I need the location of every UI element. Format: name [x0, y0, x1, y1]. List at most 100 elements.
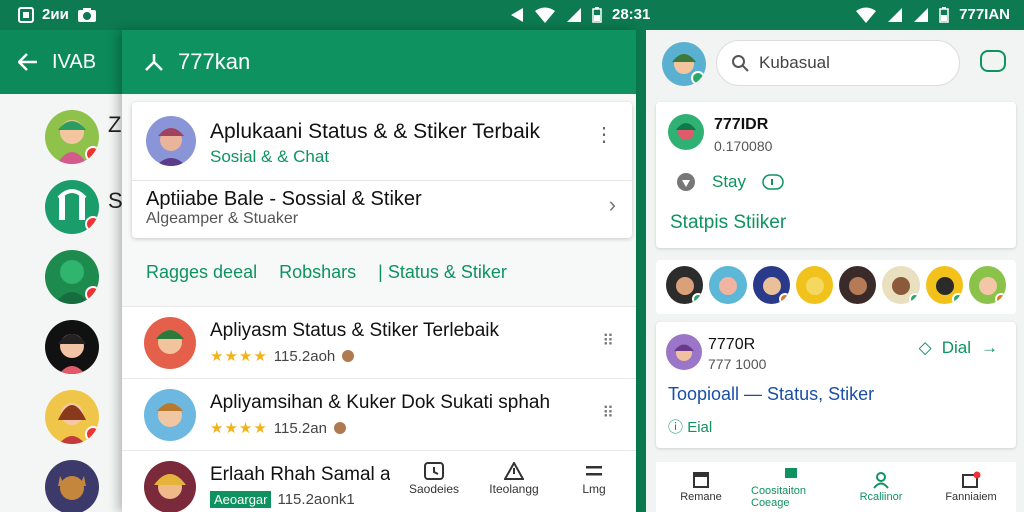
dial-button[interactable]: ◇ Dial → [919, 338, 998, 358]
stay-row[interactable]: Stay [676, 172, 784, 192]
chat-square-icon [782, 465, 800, 483]
document-icon [692, 471, 710, 489]
middle-header-title: 777kan [178, 49, 251, 74]
nav-lmg[interactable]: Lmg [564, 462, 624, 512]
avatar [146, 116, 196, 166]
camera-icon [77, 7, 97, 23]
card-row-title: Aptiiabe Bale - Sossial & Stiker [146, 188, 422, 210]
tab-robshars[interactable]: Robshars [279, 262, 356, 283]
right-panel: Kubasual 777IDR 0.170080 Stay Statpis St… [646, 30, 1024, 512]
avatar[interactable] [45, 180, 99, 234]
footer-label: Eial [687, 419, 713, 436]
status-left-text: 2ᴎᴎ [42, 6, 69, 23]
divider [132, 180, 632, 181]
nav-rcaliinor[interactable]: Rcaliinor [841, 471, 921, 503]
nav-iteolangg[interactable]: Iteolangg [484, 462, 544, 512]
signal-icon [566, 7, 582, 23]
story-avatar[interactable] [752, 266, 790, 304]
middle-bottom-nav: Saodeies Iteolangg Lmg [392, 462, 636, 512]
list-item[interactable]: Apliyasm Status & Stiker Terlebaik ★★★★ … [122, 306, 636, 378]
status-stiker-link[interactable]: Statpis Stiiker [670, 212, 786, 234]
nfc-icon [18, 6, 34, 23]
back-letter: S [108, 188, 123, 213]
story-avatar[interactable] [795, 266, 833, 304]
list-item-count: 115.2aonk1 [277, 491, 355, 508]
menu-icon [584, 462, 604, 480]
avatar[interactable] [45, 110, 99, 164]
back-triangle-icon [510, 7, 524, 23]
status-right-text: 777IAN [959, 6, 1010, 23]
category-tag: Aeoargar [210, 491, 272, 508]
nav-label: Saodeies [408, 482, 460, 496]
person-icon[interactable] [144, 52, 164, 72]
nav-label: Lmg [582, 482, 606, 496]
notification-badge [85, 426, 99, 442]
card-title: Aplukaani Status & & Stiker Terbaik [210, 120, 540, 143]
story-avatar[interactable] [709, 266, 747, 304]
nav-remane[interactable]: Remane [661, 471, 741, 503]
list-item-meta: Aeoargar 115.2aonk1 [210, 491, 355, 508]
card-row-subtitle: Algeamper & Stuaker [146, 210, 299, 227]
nav-label: Remane [680, 491, 722, 503]
list-item-count: 115.2an [273, 419, 327, 437]
small-avatar-icon [333, 421, 347, 435]
avatar[interactable] [45, 460, 99, 512]
story-avatar[interactable] [925, 266, 963, 304]
status-bar: 2ᴎᴎ 28:31 777IAN [0, 0, 1024, 30]
nav-saodeies[interactable]: Saodeies [404, 462, 464, 512]
list-item-meta: ★★★★ 115.2an [210, 419, 347, 437]
nav-fanniaiem[interactable]: Fanniaiem [931, 471, 1011, 503]
list-item[interactable]: Apliyamsihan & Kuker Dok Sukati sphah ★★… [122, 378, 636, 450]
story-avatar[interactable] [968, 266, 1006, 304]
toggle-icon[interactable] [980, 50, 1006, 72]
status-left: 2ᴎᴎ [18, 6, 97, 23]
notification-icon [961, 471, 981, 489]
nav-label: Iteolangg [489, 482, 539, 496]
status-time: 28:31 [612, 6, 651, 23]
avatar[interactable] [45, 390, 99, 444]
wifi-icon [534, 7, 556, 23]
list-item-count: 115.2aoh [273, 347, 336, 365]
right-bottom-nav: Remane Coositaiton Coeage Rcaliinor Fann… [656, 462, 1016, 512]
profile-avatar[interactable] [662, 42, 706, 86]
list-item-title: Apliyasm Status & Stiker Terlebaik [210, 320, 499, 341]
tab-ragges-deeal[interactable]: Ragges deeal [146, 262, 257, 283]
contact-card-2[interactable]: 7770R 777 1000 ◇ Dial → Toopioall — Stat… [656, 322, 1016, 448]
search-field[interactable]: Kubasual [716, 40, 960, 86]
story-avatar[interactable] [666, 266, 704, 304]
card-subtitle: Sosial & & Chat [210, 147, 330, 166]
avatar[interactable] [45, 320, 99, 374]
people-icon [871, 471, 891, 489]
more-vert-icon[interactable]: ⋮ [594, 122, 614, 147]
story-avatar[interactable] [839, 266, 877, 304]
nav-label: Rcaliinor [859, 491, 903, 503]
back-arrow-icon[interactable] [18, 53, 38, 71]
drag-handle-icon[interactable]: ⠿ [602, 403, 614, 423]
middle-panel: 777kan Aplukaani Status & & Stiker Terba… [122, 30, 636, 512]
rating-stars: ★★★★ [210, 420, 268, 437]
card-link-title[interactable]: Toopioall — Status, Stiker [668, 384, 874, 405]
drag-handle-icon[interactable]: ⠿ [602, 331, 614, 351]
app-card[interactable]: Aplukaani Status & & Stiker Terbaik Sosi… [132, 102, 632, 238]
story-avatar[interactable] [882, 266, 920, 304]
list-item-meta: ★★★★ 115.2aoh [210, 347, 355, 365]
signal-icon-2 [887, 7, 903, 23]
notification-badge [85, 216, 99, 232]
signal-icon-3 [913, 7, 929, 23]
card-footer[interactable]: ⓘ Eial [668, 416, 712, 437]
nav-label: Fanniaiem [945, 491, 997, 503]
contact-card[interactable]: 777IDR 0.170080 Stay Statpis Stiiker [656, 102, 1016, 248]
location-pin-icon [676, 172, 696, 192]
nav-coositaiton[interactable]: Coositaiton Coeage [751, 465, 831, 509]
avatar[interactable] [45, 250, 99, 304]
arrow-right-icon: → [981, 338, 998, 357]
list-item-title: Apliyamsihan & Kuker Dok Sukati sphah [210, 392, 551, 413]
clock-square-icon [424, 462, 444, 480]
chevron-right-icon[interactable]: › [609, 192, 616, 218]
story-avatar-row [656, 260, 1016, 314]
wifi-icon-2 [855, 7, 877, 23]
dial-label: Dial [941, 338, 971, 357]
tab-status-stiker[interactable]: | Status & Stiker [378, 262, 507, 283]
chat-bubble-icon [762, 174, 784, 190]
background-screen: IVAB Z S [0, 30, 130, 512]
